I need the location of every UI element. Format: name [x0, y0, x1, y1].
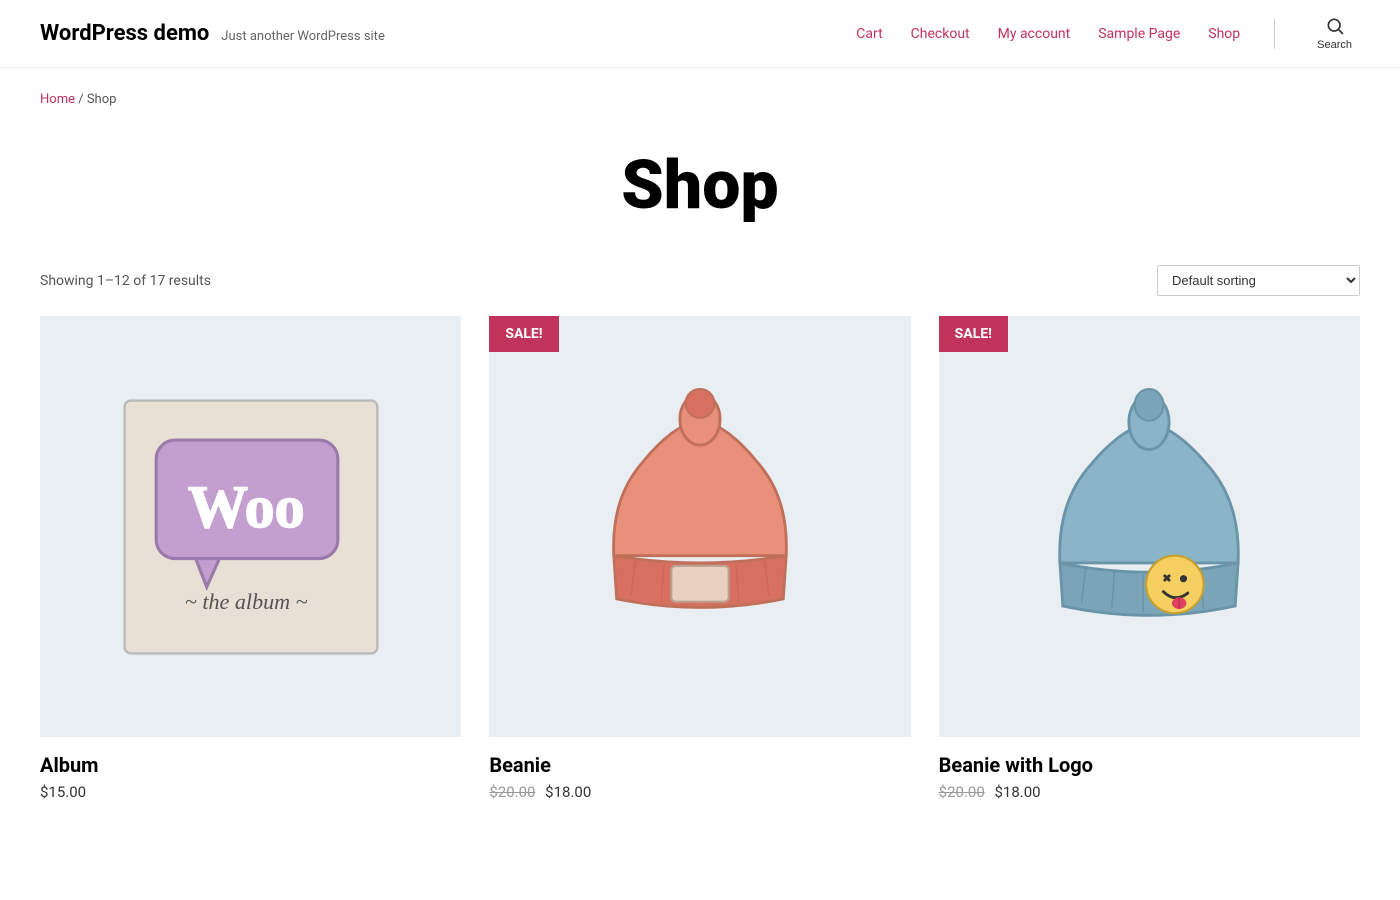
product-name-album: Album — [40, 753, 461, 777]
price-old-beanie: $20.00 — [489, 783, 535, 801]
search-icon — [1325, 16, 1345, 36]
nav-cart[interactable]: Cart — [856, 26, 882, 42]
product-name-beanie-logo: Beanie with Logo — [939, 753, 1360, 777]
product-card-album: Woo ~ the album ~ Album $15.00 — [40, 316, 461, 809]
svg-text:Woo: Woo — [188, 474, 305, 540]
product-grid: Woo ~ the album ~ Album $15.00 SALE! — [0, 316, 1400, 849]
product-price-beanie-logo: $20.00 $18.00 — [939, 783, 1360, 801]
sale-badge-beanie-logo: SALE! — [939, 316, 1008, 352]
product-info-beanie-logo: Beanie with Logo $20.00 $18.00 — [939, 737, 1360, 809]
product-info-beanie: Beanie $20.00 $18.00 — [489, 737, 910, 809]
results-count: Showing 1–12 of 17 results — [40, 273, 211, 289]
product-image-album[interactable]: Woo ~ the album ~ — [40, 316, 461, 737]
product-card-beanie-logo: SALE! — [939, 316, 1360, 809]
site-title: WordPress demo — [40, 21, 209, 46]
product-image-beanie-logo[interactable]: SALE! — [939, 316, 1360, 737]
product-price-album: $15.00 — [40, 783, 461, 801]
product-card-beanie: SALE! Beanie $20.00 — [489, 316, 910, 809]
breadcrumb-separator: / — [78, 92, 87, 107]
site-tagline: Just another WordPress site — [221, 29, 385, 44]
site-header: WordPress demo Just another WordPress si… — [0, 0, 1400, 68]
site-branding: WordPress demo Just another WordPress si… — [40, 21, 856, 46]
sale-badge-beanie: SALE! — [489, 316, 558, 352]
product-image-beanie[interactable]: SALE! — [489, 316, 910, 737]
nav-my-account[interactable]: My account — [998, 26, 1071, 42]
price-new-beanie-logo: $18.00 — [995, 783, 1041, 801]
price-old-beanie-logo: $20.00 — [939, 783, 985, 801]
nav-divider — [1274, 19, 1275, 49]
search-label: Search — [1317, 39, 1352, 51]
product-price-beanie: $20.00 $18.00 — [489, 783, 910, 801]
shop-toolbar: Showing 1–12 of 17 results Default sorti… — [0, 265, 1400, 316]
breadcrumb-current: Shop — [87, 92, 117, 107]
page-title-section: Shop — [0, 115, 1400, 265]
product-info-album: Album $15.00 — [40, 737, 461, 809]
album-illustration: Woo ~ the album ~ — [93, 369, 409, 685]
search-button[interactable]: Search — [1309, 12, 1360, 55]
beanie-logo-illustration — [991, 369, 1307, 685]
price-new-beanie: $18.00 — [545, 783, 591, 801]
page-title: Shop — [0, 145, 1400, 225]
breadcrumb-home[interactable]: Home — [40, 92, 75, 107]
sort-select[interactable]: Default sorting Sort by popularity Sort … — [1157, 265, 1360, 296]
product-name-beanie: Beanie — [489, 753, 910, 777]
svg-text:~ the album ~: ~ the album ~ — [185, 589, 308, 614]
main-nav: Cart Checkout My account Sample Page Sho… — [856, 12, 1360, 55]
nav-shop[interactable]: Shop — [1208, 26, 1240, 42]
breadcrumb: Home / Shop — [0, 68, 1400, 115]
nav-checkout[interactable]: Checkout — [911, 26, 970, 42]
beanie-illustration — [542, 369, 858, 685]
nav-sample-page[interactable]: Sample Page — [1098, 26, 1180, 42]
